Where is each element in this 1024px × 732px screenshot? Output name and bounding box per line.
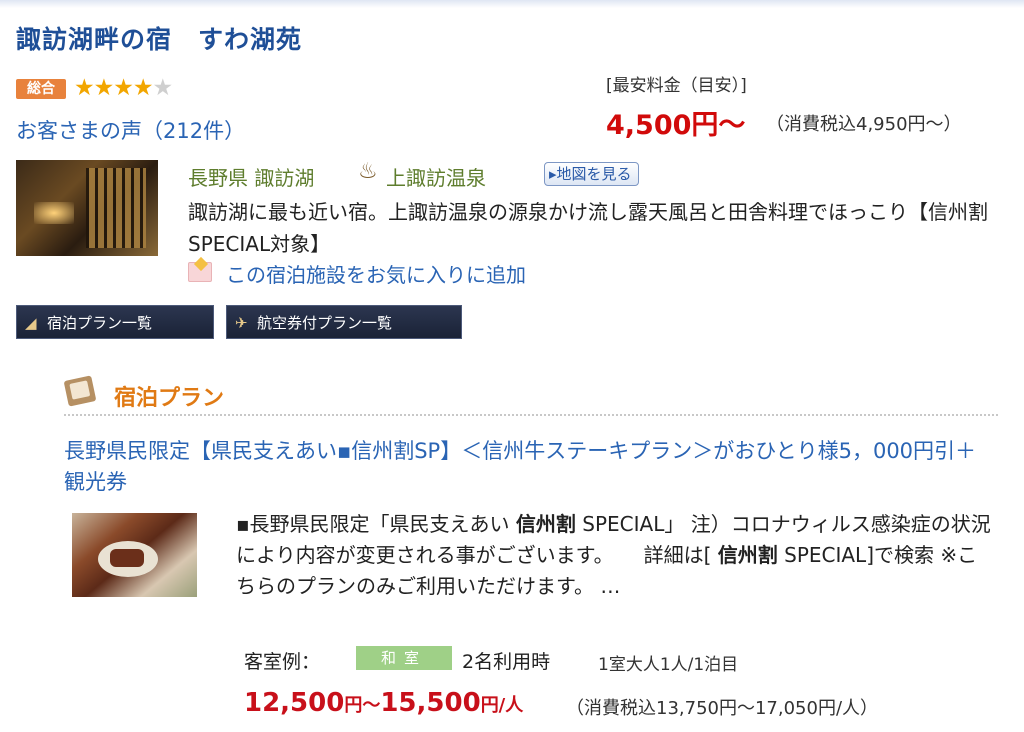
hotel-location[interactable]: 長野県 諏訪湖 (188, 162, 314, 191)
plan-photo-steak (110, 549, 144, 567)
airplane-icon: ✈ (235, 314, 248, 332)
hotel-photo[interactable] (16, 160, 158, 256)
reviews-link[interactable]: お客さまの声（212件） (16, 115, 245, 145)
star-rating: ★★★★★ (74, 75, 174, 101)
hot-spring-name[interactable]: 上諏訪温泉 (386, 162, 486, 191)
overall-rating-badge: 総合 (16, 79, 66, 99)
favorite-icon (188, 262, 212, 282)
lowest-price-tax: （消費税込4,950円〜） (766, 114, 962, 135)
room-usage: 2名利用時 (462, 651, 551, 673)
plan-book-icon (63, 375, 97, 407)
tab-air-plans[interactable]: ✈ 航空券付プラン一覧 (226, 305, 462, 339)
star-filled-icon: ★ (74, 75, 95, 101)
plan-price: 12,500円〜15,500円/人 (244, 688, 523, 718)
plan-price-from: 12,500 (244, 688, 345, 718)
lowest-price-label: [最安料金（目安）] (606, 76, 747, 96)
view-map-button[interactable]: ▸地図を見る (544, 162, 639, 186)
tab-stay-plans-label: 宿泊プラン一覧 (47, 314, 153, 332)
plan-photo[interactable] (72, 513, 197, 597)
star-filled-icon: ★ (132, 75, 154, 101)
hotel-name-link[interactable]: 諏訪湖畔の宿 すわ湖苑 (16, 20, 302, 56)
hotel-description: 諏訪湖に最も近い宿。上諏訪温泉の源泉かけ流し露天風呂と田舎料理でほっこり【信州割… (188, 200, 988, 256)
star-filled-icon: ★ (93, 75, 115, 101)
tab-stay-plans[interactable]: ◢ 宿泊プラン一覧 (16, 305, 214, 339)
tab-air-plans-label: 航空券付プラン一覧 (257, 314, 393, 332)
room-occupancy: 1室大人1人/1泊目 (598, 655, 739, 675)
star-empty-icon: ★ (152, 75, 174, 101)
add-to-favorites-link[interactable]: この宿泊施設をお気に入りに追加 (226, 259, 526, 288)
lowest-price: 4,500円〜 (606, 110, 746, 141)
plan-description: ▪長野県民限定「県民支えあい 信州割 SPECIAL」 注）コロナウィルス感染症… (236, 512, 991, 598)
pencil-icon: ◢ (25, 314, 37, 332)
plan-price-sep: 円〜 (344, 695, 381, 716)
hotel-photo-light (34, 202, 74, 224)
section-divider (64, 414, 998, 416)
plan-section-heading: 宿泊プラン (114, 386, 225, 411)
plan-price-tax: （消費税込13,750円〜17,050円/人） (566, 698, 879, 719)
plan-price-to: 15,500 (380, 688, 481, 718)
hot-spring-icon: ♨ (358, 159, 378, 184)
top-gradient-band (0, 0, 1024, 8)
star-filled-icon: ★ (113, 75, 134, 101)
hotel-photo-detail (86, 168, 146, 248)
room-example-label: 客室例： (244, 651, 321, 673)
room-type-badge: 和室 (356, 646, 452, 670)
plan-title-link[interactable]: 長野県民限定【県民支えあい▪信州割SP】＜信州牛ステーキプラン＞がおひとり様5，… (64, 436, 994, 498)
plan-price-unit: 円/人 (480, 695, 524, 716)
